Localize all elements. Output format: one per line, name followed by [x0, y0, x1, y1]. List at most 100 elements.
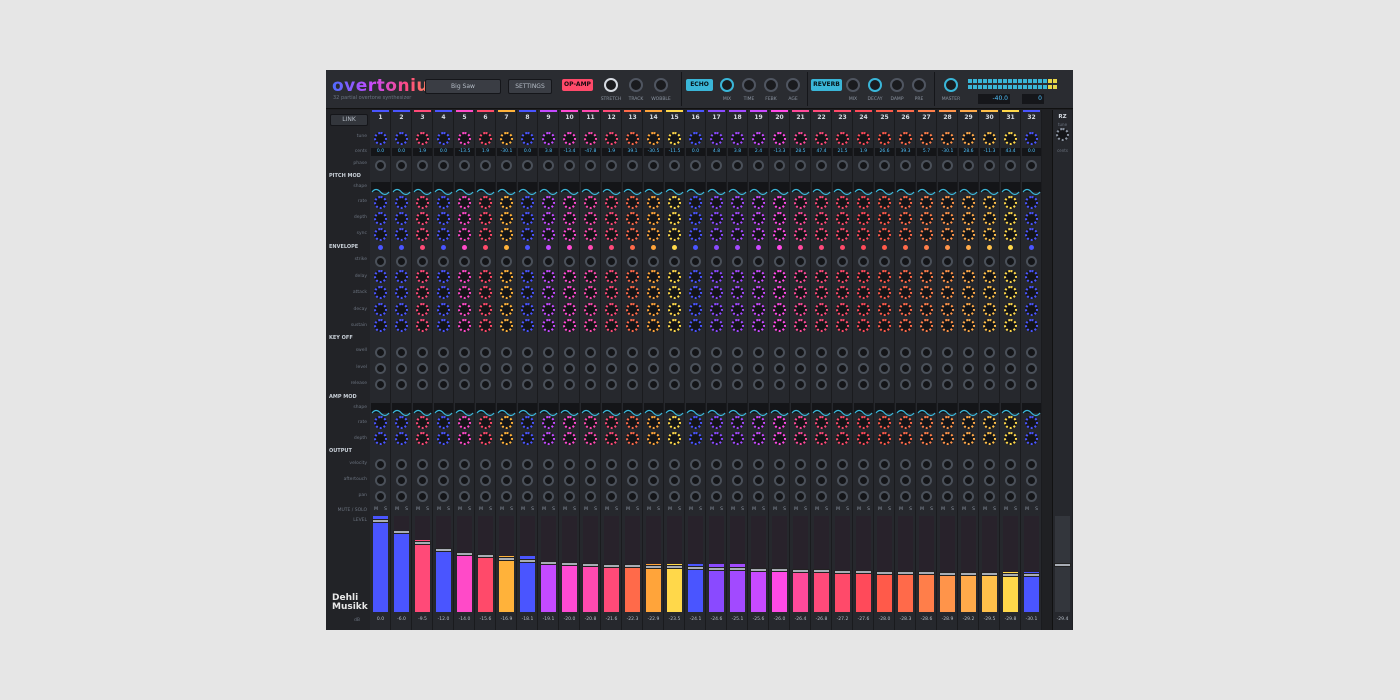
- fader-handle[interactable]: [414, 541, 431, 545]
- keyoff-level-knob[interactable]: [585, 363, 596, 374]
- velocity-knob[interactable]: [627, 459, 638, 470]
- level-fader[interactable]: [561, 515, 578, 612]
- amp-depth-knob[interactable]: [605, 432, 618, 445]
- pan-knob[interactable]: [522, 491, 533, 502]
- pitch-shape-selector[interactable]: [602, 182, 621, 196]
- swell-knob[interactable]: [438, 347, 449, 358]
- mute-button[interactable]: M: [899, 506, 903, 513]
- decay-knob[interactable]: [584, 303, 597, 316]
- attack-knob[interactable]: [605, 286, 618, 299]
- phase-knob[interactable]: [963, 160, 974, 171]
- delay-knob[interactable]: [731, 270, 744, 283]
- echo-mix-knob[interactable]: [720, 78, 734, 92]
- phase-knob[interactable]: [480, 160, 491, 171]
- envelope-enable-indicator[interactable]: [504, 245, 509, 250]
- pitch-rate-knob[interactable]: [668, 196, 681, 209]
- swell-knob[interactable]: [774, 347, 785, 358]
- pitch-shape-selector[interactable]: [749, 182, 768, 196]
- solo-button[interactable]: S: [447, 506, 450, 513]
- amp-depth-knob[interactable]: [647, 432, 660, 445]
- aftertouch-knob[interactable]: [963, 475, 974, 486]
- attack-knob[interactable]: [668, 286, 681, 299]
- fader-handle[interactable]: [519, 559, 536, 563]
- mute-button[interactable]: M: [584, 506, 588, 513]
- swell-knob[interactable]: [522, 347, 533, 358]
- swell-knob[interactable]: [816, 347, 827, 358]
- envelope-enable-indicator[interactable]: [546, 245, 551, 250]
- swell-knob[interactable]: [900, 347, 911, 358]
- aftertouch-knob[interactable]: [585, 475, 596, 486]
- pitch-sync-knob[interactable]: [983, 228, 996, 241]
- fader-handle[interactable]: [1002, 573, 1019, 577]
- velocity-knob[interactable]: [438, 459, 449, 470]
- solo-button[interactable]: S: [825, 506, 828, 513]
- amp-depth-knob[interactable]: [962, 432, 975, 445]
- envelope-enable-indicator[interactable]: [861, 245, 866, 250]
- release-knob[interactable]: [774, 379, 785, 390]
- velocity-knob[interactable]: [711, 459, 722, 470]
- decay-knob[interactable]: [983, 303, 996, 316]
- strike-knob[interactable]: [921, 256, 932, 267]
- cents-value[interactable]: 43.4: [1001, 148, 1020, 156]
- aftertouch-knob[interactable]: [669, 475, 680, 486]
- pitch-shape-selector[interactable]: [434, 182, 453, 196]
- velocity-knob[interactable]: [648, 459, 659, 470]
- amp-depth-knob[interactable]: [899, 432, 912, 445]
- pitch-sync-knob[interactable]: [899, 228, 912, 241]
- decay-knob[interactable]: [374, 303, 387, 316]
- sustain-knob[interactable]: [857, 319, 870, 332]
- sustain-knob[interactable]: [542, 319, 555, 332]
- fader-handle[interactable]: [750, 568, 767, 572]
- cents-value[interactable]: -30.5: [644, 148, 663, 156]
- envelope-enable-indicator[interactable]: [462, 245, 467, 250]
- level-fader[interactable]: [1023, 515, 1040, 612]
- amp-shape-selector[interactable]: [665, 403, 684, 417]
- envelope-enable-indicator[interactable]: [399, 245, 404, 250]
- mute-button[interactable]: M: [710, 506, 714, 513]
- decay-knob[interactable]: [416, 303, 429, 316]
- amp-depth-knob[interactable]: [731, 432, 744, 445]
- sustain-knob[interactable]: [752, 319, 765, 332]
- mute-button[interactable]: M: [500, 506, 504, 513]
- aftertouch-knob[interactable]: [1026, 475, 1037, 486]
- link-button[interactable]: LINK: [330, 114, 368, 126]
- decay-knob[interactable]: [941, 303, 954, 316]
- tune-knob[interactable]: [563, 132, 576, 145]
- pitch-rate-knob[interactable]: [983, 196, 996, 209]
- aftertouch-knob[interactable]: [627, 475, 638, 486]
- amp-shape-selector[interactable]: [434, 403, 453, 417]
- pitch-sync-knob[interactable]: [458, 228, 471, 241]
- swell-knob[interactable]: [795, 347, 806, 358]
- decay-knob[interactable]: [668, 303, 681, 316]
- delay-knob[interactable]: [689, 270, 702, 283]
- strike-knob[interactable]: [690, 256, 701, 267]
- level-fader[interactable]: [1002, 515, 1019, 612]
- section-key-off[interactable]: KEY OFF: [329, 335, 353, 341]
- pitch-shape-selector[interactable]: [413, 182, 432, 196]
- level-fader[interactable]: [372, 515, 389, 612]
- attack-knob[interactable]: [563, 286, 576, 299]
- pitch-shape-selector[interactable]: [392, 182, 411, 196]
- solo-button[interactable]: S: [594, 506, 597, 513]
- decay-knob[interactable]: [836, 303, 849, 316]
- level-fader[interactable]: [435, 515, 452, 612]
- level-fader[interactable]: [960, 515, 977, 612]
- amp-shape-selector[interactable]: [455, 403, 474, 417]
- decay-knob[interactable]: [647, 303, 660, 316]
- pitch-depth-knob[interactable]: [752, 212, 765, 225]
- pitch-depth-knob[interactable]: [962, 212, 975, 225]
- amp-depth-knob[interactable]: [437, 432, 450, 445]
- reverb-decay-knob[interactable]: [868, 78, 882, 92]
- fader-handle[interactable]: [939, 572, 956, 576]
- swell-knob[interactable]: [606, 347, 617, 358]
- envelope-enable-indicator[interactable]: [483, 245, 488, 250]
- strike-knob[interactable]: [585, 256, 596, 267]
- aftertouch-knob[interactable]: [921, 475, 932, 486]
- envelope-enable-indicator[interactable]: [903, 245, 908, 250]
- mute-button[interactable]: M: [395, 506, 399, 513]
- echo-toggle[interactable]: ECHO: [686, 79, 713, 91]
- keyoff-level-knob[interactable]: [1026, 363, 1037, 374]
- pitch-shape-selector[interactable]: [581, 182, 600, 196]
- amp-depth-knob[interactable]: [983, 432, 996, 445]
- pitch-shape-selector[interactable]: [833, 182, 852, 196]
